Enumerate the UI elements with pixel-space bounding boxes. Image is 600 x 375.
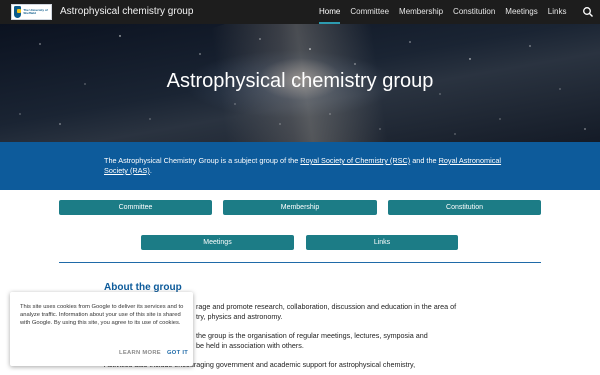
committee-button[interactable]: Committee: [59, 200, 212, 215]
about-line-2: try, physics and astronomy.: [196, 312, 283, 321]
got-it-button[interactable]: GOT IT: [167, 350, 188, 356]
constitution-button[interactable]: Constitution: [388, 200, 541, 215]
learn-more-button[interactable]: LEARN MORE: [119, 350, 161, 356]
nav-membership[interactable]: Membership: [394, 0, 448, 24]
intro-text-start: The Astrophysical Chemistry Group is a s…: [104, 156, 301, 165]
main-nav: Home Committee Membership Constitution M…: [314, 0, 571, 24]
hero-title: Astrophysical chemistry group: [166, 70, 434, 92]
about-line-3: the group is the organisation of regular…: [196, 331, 428, 340]
nav-committee[interactable]: Committee: [345, 0, 394, 24]
top-bar: The University of Sheffield Astrophysica…: [0, 0, 600, 24]
hero-banner: Astrophysical chemistry group: [0, 24, 600, 142]
nav-meetings[interactable]: Meetings: [500, 0, 542, 24]
crest-icon: [14, 6, 22, 18]
rsc-link[interactable]: Royal Society of Chemistry (RSC): [300, 156, 410, 165]
logo-text: The University of Sheffield: [23, 8, 48, 15]
search-icon[interactable]: [582, 6, 594, 18]
university-logo[interactable]: The University of Sheffield: [11, 4, 52, 20]
meetings-button[interactable]: Meetings: [141, 235, 294, 250]
links-button[interactable]: Links: [306, 235, 458, 250]
about-line-1: rage and promote research, collaboration…: [196, 302, 457, 311]
about-line-4: be held in association with others.: [196, 341, 304, 350]
cookie-notice-text: This site uses cookies from Google to de…: [20, 304, 184, 327]
divider: [59, 262, 541, 263]
site-title[interactable]: Astrophysical chemistry group: [60, 6, 193, 17]
nav-home[interactable]: Home: [314, 0, 345, 24]
nav-constitution[interactable]: Constitution: [448, 0, 500, 24]
cookie-banner: This site uses cookies from Google to de…: [10, 292, 193, 366]
intro-text: The Astrophysical Chemistry Group is a s…: [104, 156, 504, 176]
nav-links[interactable]: Links: [543, 0, 572, 24]
intro-text-end: .: [149, 166, 152, 175]
membership-button[interactable]: Membership: [223, 200, 377, 215]
intro-text-middle: and the: [410, 156, 439, 165]
